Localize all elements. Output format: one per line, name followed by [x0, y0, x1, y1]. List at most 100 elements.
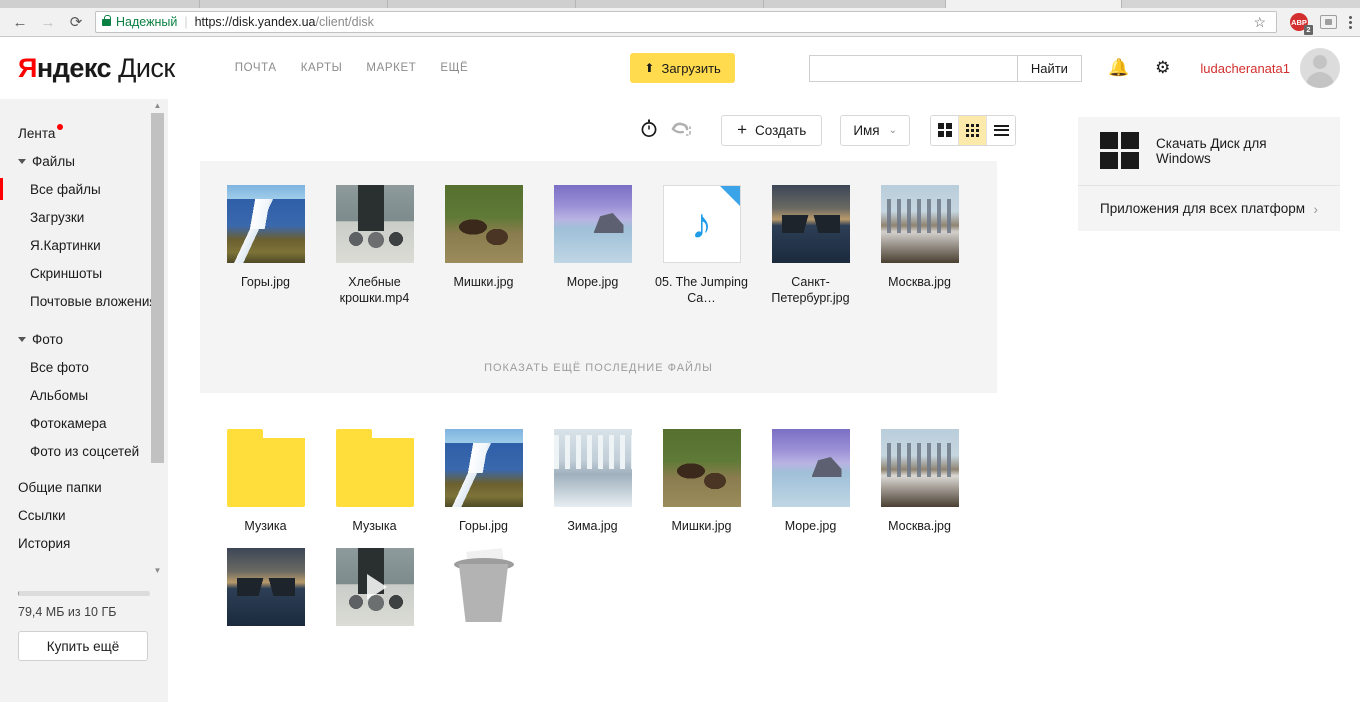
- sidebar-item-label: Все фото: [30, 360, 89, 375]
- create-button[interactable]: + Создать: [721, 115, 822, 146]
- adblock-badge: 2: [1304, 25, 1313, 35]
- yandex-disk-logo[interactable]: Яндекс Диск: [18, 53, 175, 84]
- file-item[interactable]: ♪ 05. The Jumping Ca…: [647, 185, 756, 320]
- trash-item[interactable]: [429, 548, 538, 640]
- address-bar[interactable]: Надежный | https://disk.yandex.ua /clien…: [95, 11, 1277, 33]
- file-item[interactable]: Море.jpg: [538, 185, 647, 320]
- sidebar-item-downloads[interactable]: Загрузки: [0, 203, 168, 231]
- sidebar-item-label: Фотокамера: [30, 416, 107, 431]
- trash-bin-icon: [445, 548, 523, 626]
- file-thumbnail: [772, 429, 850, 507]
- buy-more-button[interactable]: Купить ещё: [18, 631, 148, 661]
- download-windows-row[interactable]: Скачать Диск для Windows: [1078, 117, 1340, 185]
- browser-tab[interactable]: [764, 0, 946, 8]
- chevron-down-icon: ⌄: [889, 125, 897, 136]
- sidebar-item-lenta[interactable]: Лента: [0, 119, 168, 147]
- nav-item-market[interactable]: МАРКЕТ: [366, 62, 416, 74]
- file-item[interactable]: Хлебные крошки.mp4: [320, 185, 429, 320]
- scroll-down-arrow-icon[interactable]: ▼: [154, 566, 162, 575]
- view-mode-small-tiles[interactable]: [959, 116, 987, 145]
- file-thumbnail: [445, 429, 523, 507]
- grid-small-icon: [966, 124, 979, 137]
- file-name: Горы.jpg: [459, 518, 508, 534]
- file-item[interactable]: Мишки.jpg: [647, 429, 756, 548]
- logo-disk-text: Диск: [118, 53, 175, 83]
- avatar[interactable]: [1300, 48, 1340, 88]
- sidebar-item-all-files[interactable]: Все файлы: [0, 175, 168, 203]
- back-icon[interactable]: ←: [6, 9, 34, 35]
- file-item[interactable]: Мишки.jpg: [429, 185, 538, 320]
- bookmark-star-icon[interactable]: ☆: [1249, 14, 1270, 31]
- file-item[interactable]: Москва.jpg: [865, 429, 974, 548]
- promo-card: Скачать Диск для Windows Приложения для …: [1078, 117, 1340, 231]
- cast-icon[interactable]: [1320, 15, 1337, 29]
- sidebar-group-photo[interactable]: Фото: [0, 325, 168, 353]
- sidebar-item-ya-pictures[interactable]: Я.Картинки: [0, 231, 168, 259]
- sidebar-group-files[interactable]: Файлы: [0, 147, 168, 175]
- upload-arrow-icon: ⬆: [644, 61, 654, 75]
- browser-tab[interactable]: [0, 0, 200, 8]
- all-platforms-row[interactable]: Приложения для всех платформ ›: [1078, 185, 1340, 231]
- search-submit-button[interactable]: Найти: [1017, 55, 1082, 82]
- upload-button[interactable]: ⬆ Загрузить: [630, 53, 734, 83]
- settings-gear-icon[interactable]: ⚙: [1155, 58, 1170, 78]
- sort-dropdown[interactable]: Имя ⌄: [840, 115, 910, 146]
- forward-icon[interactable]: →: [34, 9, 62, 35]
- browser-tab[interactable]: [388, 0, 576, 8]
- folder-item[interactable]: Музика: [211, 429, 320, 548]
- recent-files-grid: Горы.jpg Хлебные крошки.mp4 Мишки.jpg Мо…: [200, 161, 997, 330]
- video-file-item[interactable]: [320, 548, 429, 640]
- sort-dropdown-label: Имя: [853, 123, 879, 138]
- service-nav: ПОЧТА КАРТЫ МАРКЕТ ЕЩЁ: [235, 62, 469, 74]
- content-toolbar: + Создать Имя ⌄: [200, 99, 1058, 161]
- file-name: Мишки.jpg: [671, 518, 731, 534]
- browser-tab-active[interactable]: [946, 0, 1122, 8]
- view-mode-group: [930, 115, 1016, 146]
- file-item[interactable]: Зима.jpg: [538, 429, 647, 548]
- file-item[interactable]: Горы.jpg: [211, 185, 320, 320]
- kebab-menu-icon[interactable]: [1349, 14, 1352, 31]
- sidebar-item-social-photos[interactable]: Фото из соцсетей: [0, 437, 168, 465]
- stopwatch-icon[interactable]: [639, 118, 659, 143]
- sidebar-item-history[interactable]: История: [0, 529, 168, 557]
- nav-item-more[interactable]: ЕЩЁ: [440, 62, 468, 74]
- sidebar-item-label: Ссылки: [18, 508, 66, 523]
- nav-item-mail[interactable]: ПОЧТА: [235, 62, 277, 74]
- sidebar-item-screenshots[interactable]: Скриншоты: [0, 259, 168, 287]
- file-thumbnail: [227, 185, 305, 263]
- browser-tab-strip[interactable]: [0, 0, 1360, 8]
- file-item[interactable]: Москва.jpg: [865, 185, 974, 320]
- notifications-bell-icon[interactable]: 🔔: [1108, 58, 1129, 78]
- nav-item-maps[interactable]: КАРТЫ: [301, 62, 343, 74]
- sidebar-item-camera[interactable]: Фотокамера: [0, 409, 168, 437]
- search-area: Найти: [809, 55, 1082, 82]
- file-thumbnail: [663, 429, 741, 507]
- file-item[interactable]: Санкт-Петербург.jpg: [756, 185, 865, 320]
- file-name: Море.jpg: [567, 274, 619, 290]
- secure-label: Надежный: [116, 15, 177, 29]
- lasso-select-icon[interactable]: [671, 118, 693, 143]
- scroll-up-arrow-icon[interactable]: ▲: [154, 101, 162, 110]
- username-label[interactable]: ludacheranata1: [1200, 61, 1290, 76]
- sidebar-item-links[interactable]: Ссылки: [0, 501, 168, 529]
- file-item[interactable]: Море.jpg: [756, 429, 865, 548]
- browser-tab[interactable]: [576, 0, 764, 8]
- view-mode-large-tiles[interactable]: [931, 116, 959, 145]
- browser-tab[interactable]: [200, 0, 388, 8]
- sidebar-scrollbar-thumb[interactable]: [151, 113, 164, 463]
- sidebar-item-mail-attachments[interactable]: Почтовые вложения: [0, 287, 168, 315]
- sidebar-item-shared-folders[interactable]: Общие папки: [0, 473, 168, 501]
- sidebar-item-all-photos[interactable]: Все фото: [0, 353, 168, 381]
- show-more-recent-button[interactable]: Показать ещё последние файлы: [200, 342, 997, 393]
- file-item[interactable]: Горы.jpg: [429, 429, 538, 548]
- file-thumbnail: [445, 185, 523, 263]
- view-mode-list[interactable]: [987, 116, 1015, 145]
- reload-icon[interactable]: ⟳: [62, 9, 90, 35]
- sidebar-item-albums[interactable]: Альбомы: [0, 381, 168, 409]
- file-item[interactable]: [211, 548, 320, 640]
- folder-item[interactable]: Музыка: [320, 429, 429, 548]
- audio-file-thumbnail: ♪: [663, 185, 741, 263]
- search-input[interactable]: [809, 55, 1017, 82]
- play-icon: [367, 574, 387, 600]
- adblock-plus-icon[interactable]: ABP 2: [1290, 13, 1308, 31]
